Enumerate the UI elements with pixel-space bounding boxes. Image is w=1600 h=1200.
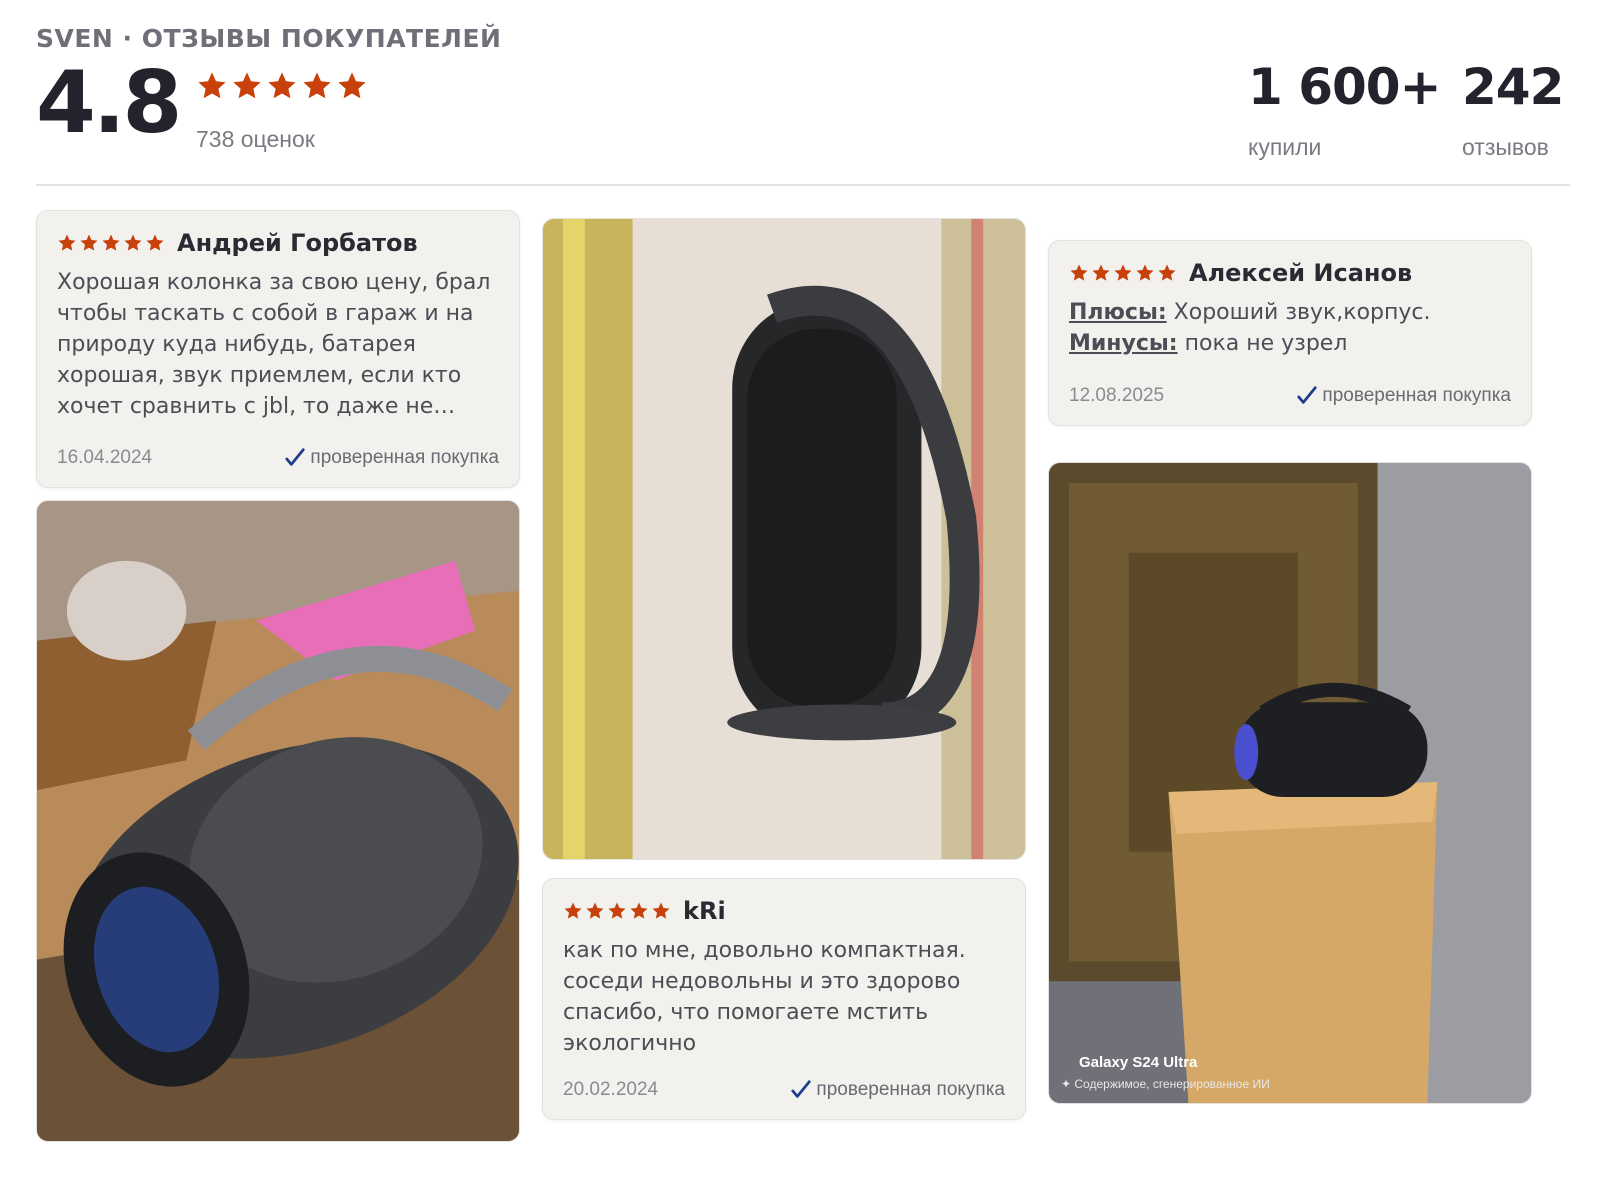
- review-card[interactable]: Алексей Исанов Плюсы: Хороший звук,корпу…: [1048, 240, 1532, 426]
- review-date: 12.08.2025: [1069, 385, 1165, 406]
- star-icon: [268, 72, 296, 99]
- cons-label: Минусы:: [1069, 331, 1178, 356]
- check-icon: [1297, 386, 1318, 404]
- star-icon: [1158, 264, 1176, 281]
- brand-title: SVEN · ОТЗЫВЫ ПОКУПАТЕЛЕЙ: [36, 24, 502, 53]
- star-icon: [338, 72, 366, 99]
- star-icon: [58, 234, 76, 251]
- star-icon: [608, 902, 626, 919]
- star-icon: [102, 234, 120, 251]
- sparkle-icon: ✦: [1061, 1077, 1075, 1091]
- pros-label: Плюсы:: [1069, 300, 1167, 325]
- review-pros-cons: Плюсы: Хороший звук,корпус. Минусы: пока…: [1069, 297, 1511, 359]
- speaker-photo-image: [1049, 463, 1531, 1103]
- review-stars: [57, 233, 165, 253]
- camera-caption: Galaxy S24 Ultra: [1079, 1054, 1198, 1071]
- star-icon: [652, 902, 670, 919]
- ai-caption-text: Содержимое, сгенерированное ИИ: [1074, 1077, 1270, 1091]
- verified-badge: проверенная покупка: [790, 1079, 1005, 1101]
- cons-line: Минусы: пока не узрел: [1069, 328, 1511, 359]
- bought-label: купили: [1248, 134, 1322, 160]
- review-photo[interactable]: [542, 218, 1026, 860]
- ai-caption: ✦ Содержимое, сгенерированное ИИ: [1061, 1077, 1270, 1091]
- star-icon: [303, 72, 331, 99]
- bought-value: 1 600+: [1248, 58, 1441, 116]
- speaker-photo-image: [543, 219, 1025, 859]
- review-date: 20.02.2024: [563, 1079, 659, 1100]
- review-stars: [563, 901, 671, 921]
- pros-line: Плюсы: Хороший звук,корпус.: [1069, 297, 1511, 328]
- review-stars: [1069, 263, 1177, 283]
- star-icon: [586, 902, 604, 919]
- verified-badge: проверенная покупка: [284, 447, 499, 469]
- star-icon: [146, 234, 164, 251]
- star-icon: [1136, 264, 1154, 281]
- star-icon: [1070, 264, 1088, 281]
- check-icon: [285, 448, 306, 466]
- star-icon: [124, 234, 142, 251]
- review-date: 16.04.2024: [57, 447, 153, 468]
- stat-bought: 1 600+ купили: [1248, 58, 1441, 161]
- review-card[interactable]: kRi как по мне, довольно компактная. сос…: [542, 878, 1026, 1120]
- verified-label: проверенная покупка: [816, 1079, 1005, 1100]
- star-icon: [80, 234, 98, 251]
- star-icon: [198, 72, 226, 99]
- verified-badge: проверенная покупка: [1296, 385, 1511, 407]
- cons-text: пока не узрел: [1184, 331, 1348, 356]
- reviews-label: отзывов: [1462, 134, 1549, 160]
- review-card[interactable]: Андрей Горбатов Хорошая колонка за свою …: [36, 210, 520, 488]
- review-photo[interactable]: [36, 500, 520, 1142]
- rating-count: 738 оценок: [196, 126, 315, 152]
- review-author: Алексей Исанов: [1189, 259, 1413, 287]
- header-divider: [36, 184, 1570, 186]
- review-text: как по мне, довольно компактная. соседи …: [563, 938, 966, 1056]
- review-photo[interactable]: Galaxy S24 Ultra ✦ Содержимое, сгенериро…: [1048, 462, 1532, 1104]
- average-rating: 4.8: [36, 53, 182, 153]
- star-icon: [564, 902, 582, 919]
- review-author: Андрей Горбатов: [177, 229, 418, 257]
- ratings-header: SVEN · ОТЗЫВЫ ПОКУПАТЕЛЕЙ 4.8 738 оценок…: [36, 24, 1566, 184]
- rating-stars: [196, 70, 368, 102]
- verified-label: проверенная покупка: [1322, 385, 1511, 406]
- star-icon: [233, 72, 261, 99]
- review-text: Хорошая колонка за свою цену, брал чтобы…: [57, 270, 491, 419]
- check-icon: [791, 1080, 812, 1098]
- review-author: kRi: [683, 897, 726, 925]
- verified-label: проверенная покупка: [310, 447, 499, 468]
- speaker-photo-image: [37, 501, 519, 1141]
- star-icon: [1092, 264, 1110, 281]
- stat-reviews[interactable]: 242 отзывов: [1462, 58, 1564, 161]
- reviews-value: 242: [1462, 58, 1564, 116]
- star-icon: [1114, 264, 1132, 281]
- pros-text: Хороший звук,корпус.: [1173, 300, 1431, 325]
- star-icon: [630, 902, 648, 919]
